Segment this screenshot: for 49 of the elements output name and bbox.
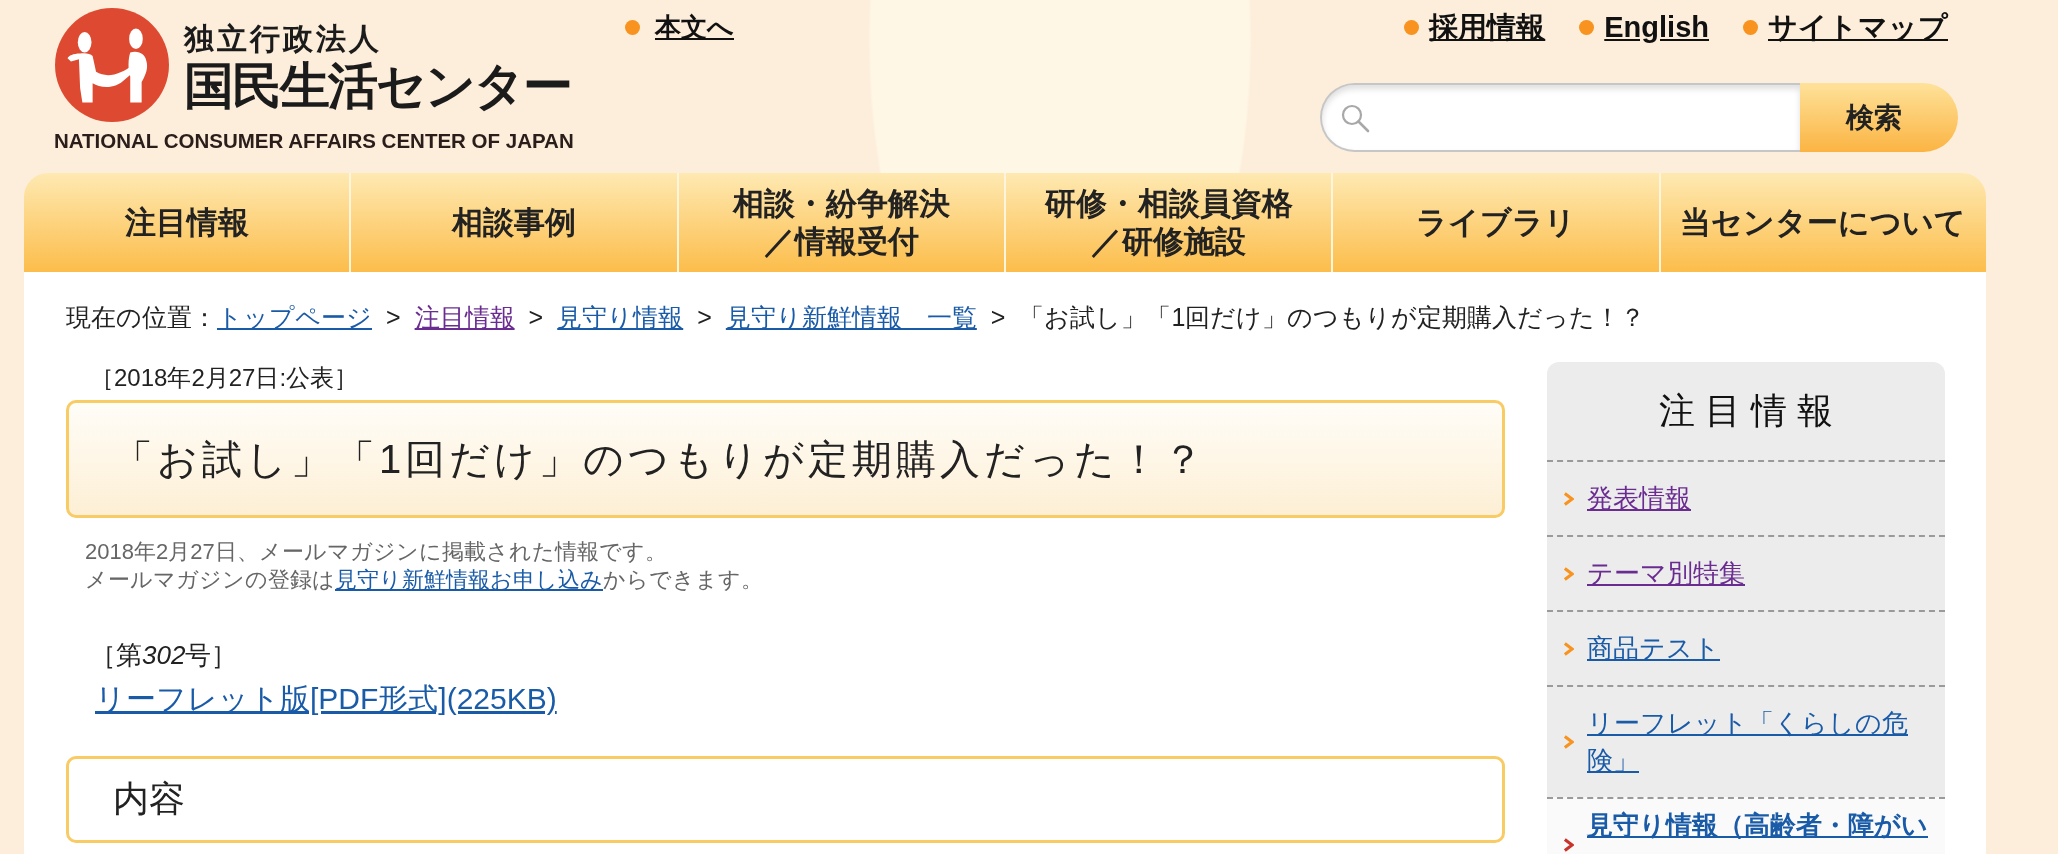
chevron-icon	[1563, 837, 1574, 853]
skip-to-content-link[interactable]: 本文へ	[655, 10, 734, 44]
sidebar-link[interactable]: テーマ別特集	[1547, 535, 1945, 610]
two-figures-logo-icon	[55, 8, 169, 122]
bullet-icon	[1579, 19, 1595, 35]
mail-magazine-note: 2018年2月27日、メールマガジンに掲載された情報です。	[85, 538, 668, 566]
search-button[interactable]: 検索	[1800, 83, 1958, 152]
nav-tab[interactable]: 注目情報	[24, 173, 350, 272]
sidebar-title: 注目情報	[1658, 388, 1844, 433]
utility-link[interactable]: 採用情報	[1429, 10, 1546, 44]
article-title: 「お試し」「1回だけ」のつもりが定期購入だった！？	[66, 400, 1505, 518]
section-heading: 内容	[66, 756, 1505, 843]
nav-tab[interactable]: ライブラリ	[1331, 173, 1659, 272]
breadcrumb-link[interactable]: 注目情報	[414, 300, 515, 334]
nav-tab[interactable]: 当センターについて	[1658, 173, 1986, 272]
breadcrumb-separator: >	[697, 302, 712, 333]
nav-tab[interactable]: 相談・紛争解決 ／情報受付	[676, 173, 1004, 272]
sidebar-link[interactable]: 見守り情報（高齢者・障がい	[1547, 797, 1945, 854]
breadcrumb-label: 現在の位置：	[66, 302, 217, 333]
sidebar-link[interactable]: 商品テスト	[1547, 610, 1945, 685]
breadcrumb-current-page: 「お試し」「1回だけ」のつもりが定期購入だった！？	[1019, 302, 1646, 333]
breadcrumb-separator: >	[528, 302, 544, 333]
publish-date: ［2018年2月27日:公表］	[89, 363, 359, 393]
breadcrumb-separator: >	[386, 302, 401, 333]
leaflet-pdf-link[interactable]: リーフレット版[PDF形式](225KB)	[95, 681, 557, 717]
search-field[interactable]	[1320, 83, 1800, 152]
organization-name-text: 国民生活センター	[184, 58, 571, 114]
organization-english-name: NATIONAL CONSUMER AFFAIRS CENTER OF JAPAN	[54, 128, 574, 154]
bullet-icon	[1404, 19, 1420, 35]
utility-link[interactable]: サイトマップ	[1768, 10, 1948, 44]
breadcrumb-link[interactable]: トップページ	[217, 300, 372, 334]
subscription-link[interactable]: 見守り新鮮情報お申し込み	[335, 567, 603, 592]
chevron-icon	[1563, 734, 1574, 750]
bullet-icon	[625, 19, 640, 35]
chevron-icon	[1563, 640, 1574, 657]
nav-tab[interactable]: 研修・相談員資格 ／研修施設	[1004, 173, 1332, 272]
chevron-icon	[1563, 490, 1574, 507]
utility-link[interactable]: English	[1604, 10, 1709, 44]
breadcrumb-link[interactable]: 見守り新鮮情報 一覧	[725, 300, 977, 334]
issue-number: ［第302号］	[89, 639, 239, 672]
breadcrumb-separator: >	[990, 302, 1006, 333]
breadcrumb-link[interactable]: 見守り情報	[557, 300, 684, 334]
bullet-icon	[1743, 19, 1758, 35]
subscription-note: メールマガジンの登録は見守り新鮮情報お申し込みからできます。	[85, 566, 764, 594]
search-icon	[1340, 102, 1370, 133]
chevron-icon	[1563, 565, 1574, 582]
sidebar-link[interactable]: 発表情報	[1547, 460, 1945, 535]
nav-tab[interactable]: 相談事例	[349, 173, 677, 272]
organization-type-text: 独立行政法人	[184, 22, 382, 56]
